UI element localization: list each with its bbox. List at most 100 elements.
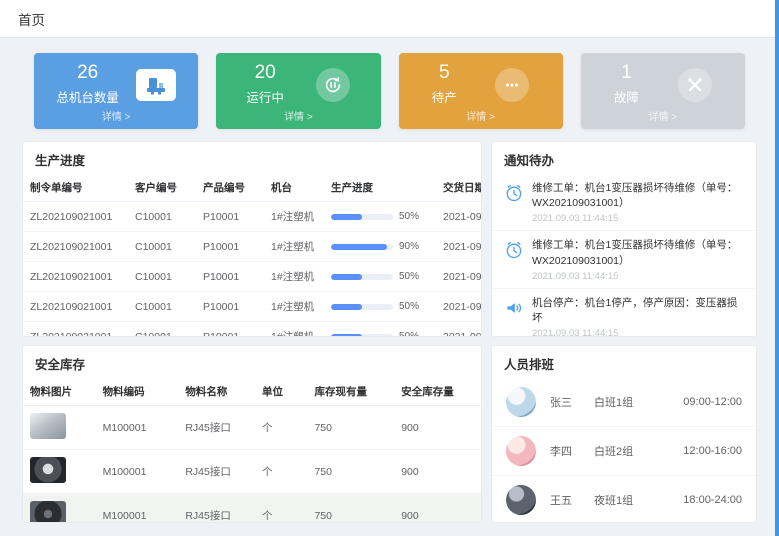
staff-row: 王五 夜班1组 18:00-24:00 [492,476,756,523]
column-header: 物料图片 [23,378,96,406]
cell-order-no: ZL202109021001 [23,232,128,262]
cell-product-no: P10001 [196,292,264,322]
round-connector-photo [30,457,66,483]
column-header: 客户编号 [128,174,196,202]
staff-shift: 白班1组 [594,394,664,410]
stat-card-pending[interactable]: 5 待产 详情 > [399,53,563,129]
avatar [506,485,536,515]
cell-delivery-date: 2021-09-10 [436,232,482,262]
stat-value: 20 [246,63,284,84]
notification-item[interactable]: 维修工单：机台1变压器损坏待维修（单号：WX202109031001） 2021… [492,231,756,288]
stat-label: 运行中 [246,87,284,106]
stat-label: 待产 [432,87,457,106]
cell-current-stock: 750 [307,406,394,450]
production-progress-panel: 生产进度 制令单编号 客户编号 产品编号 机台 生产进度 交货日期 ZL2021… [22,141,482,337]
alarm-clock-icon [504,183,524,203]
table-row: ZL202109021001 C10001 P10001 1#注塑机 50% 2… [23,202,482,232]
notification-text: 维修工单：机台1变压器损坏待维修（单号：WX202109031001） [532,181,744,211]
cell-machine: 1#注塑机 [264,322,324,338]
staff-row: 李四 白班2组 12:00-16:00 [492,427,756,476]
page-header: 首页 [0,0,779,38]
table-row: M100001 RJ45接口 个 750 900 [23,450,481,494]
machine-icon [136,69,176,101]
cell-progress: 50% [324,322,436,338]
cell-machine: 1#注塑机 [264,292,324,322]
staff-shift: 白班2组 [594,443,664,459]
cell-material-code: M100001 [96,406,179,450]
column-header: 机台 [264,174,324,202]
stat-card-running[interactable]: 20 运行中 详情 > [216,53,380,129]
cell-customer-no: C10001 [128,262,196,292]
cell-delivery-date: 2021-09-10 [436,202,482,232]
cell-delivery-date: 2021-09-10 [436,262,482,292]
column-header: 交货日期 [436,174,482,202]
cell-product-no: P10001 [196,202,264,232]
avatar [506,436,536,466]
cell-progress: 50% [324,292,436,322]
staff-name: 李四 [550,443,594,459]
table-row: ZL202109021001 C10001 P10001 1#注塑机 50% 2… [23,262,482,292]
avatar [506,387,536,417]
progress-bar [331,304,393,310]
cell-customer-no: C10001 [128,232,196,262]
staff-time: 12:00-16:00 [683,445,742,457]
stat-card-total-machines[interactable]: 26 总机台数量 详情 > [34,53,198,129]
panel-title-staffing: 人员排班 [492,346,756,378]
cell-machine: 1#注塑机 [264,262,324,292]
progress-bar [331,244,393,250]
cell-unit: 个 [255,494,307,524]
stat-cards-row: 26 总机台数量 详情 > 20 运行中 [22,38,757,141]
safety-stock-panel: 安全库存 物料图片 物料编码 物料名称 单位 库存现有量 安全库存量 M1000… [22,345,482,523]
cell-progress: 90% [324,232,436,262]
cell-current-stock: 750 [307,494,394,524]
cell-delivery-date: 2021-09-10 [436,292,482,322]
notification-item[interactable]: 机台停产：机台1停产，停产原因：变压器损坏 2021.09.03 11:44:1… [492,289,756,337]
cell-customer-no: C10001 [128,322,196,338]
column-header: 安全库存量 [394,378,481,406]
cell-machine: 1#注塑机 [264,202,324,232]
stat-value: 26 [56,63,119,84]
dashboard-grid: 生产进度 制令单编号 客户编号 产品编号 机台 生产进度 交货日期 ZL2021… [22,141,757,523]
detail-link[interactable]: 详情 > [595,108,731,125]
column-header: 库存现有量 [307,378,394,406]
cell-machine: 1#注塑机 [264,232,324,262]
notification-item[interactable]: 维修工单：机台1变压器损坏待维修（单号：WX202109031001） 2021… [492,174,756,231]
stat-value: 5 [432,63,457,84]
production-table: 制令单编号 客户编号 产品编号 机台 生产进度 交货日期 ZL202109021… [23,174,482,337]
cell-unit: 个 [255,406,307,450]
panel-title-notifications: 通知待办 [492,142,756,174]
detail-link[interactable]: 详情 > [48,108,184,125]
notification-text: 机台停产：机台1停产，停产原因：变压器损坏 [532,296,744,326]
staff-schedule-panel: 人员排班 张三 白班1组 09:00-12:00 李四 白班2组 12:00-1… [491,345,757,523]
table-row: M100001 RJ45接口 个 750 900 [23,406,481,450]
staff-time: 18:00-24:00 [683,494,742,506]
cell-unit: 个 [255,450,307,494]
cell-product-no: P10001 [196,262,264,292]
rj45-connector-photo [30,413,66,439]
progress-label: 90% [399,241,419,252]
detail-link[interactable]: 详情 > [413,108,549,125]
cell-delivery-date: 2021-09-10 [436,322,482,338]
cell-order-no: ZL202109021001 [23,292,128,322]
cell-material-image [23,450,96,494]
table-row: M100001 RJ45接口 个 750 900 [23,494,481,524]
column-header: 物料名称 [178,378,255,406]
cell-material-name: RJ45接口 [178,406,255,450]
table-row: ZL202109021001 C10001 P10001 1#注塑机 90% 2… [23,232,482,262]
column-header: 产品编号 [196,174,264,202]
stat-card-fault[interactable]: 1 故障 详情 > [581,53,745,129]
cell-progress: 50% [324,202,436,232]
staff-name: 王五 [550,492,594,508]
running-icon [316,68,350,102]
detail-link[interactable]: 详情 > [230,108,366,125]
cell-product-no: P10001 [196,322,264,338]
cell-material-code: M100001 [96,450,179,494]
cell-safety-stock: 900 [394,494,481,524]
progress-label: 50% [399,271,419,282]
scrollbar[interactable] [775,0,779,536]
column-header: 生产进度 [324,174,436,202]
notification-time: 2021.09.03 11:44:15 [532,271,744,282]
table-row: ZL202109021001 C10001 P10001 1#注塑机 50% 2… [23,292,482,322]
cell-material-name: RJ45接口 [178,494,255,524]
fault-icon [678,68,712,102]
